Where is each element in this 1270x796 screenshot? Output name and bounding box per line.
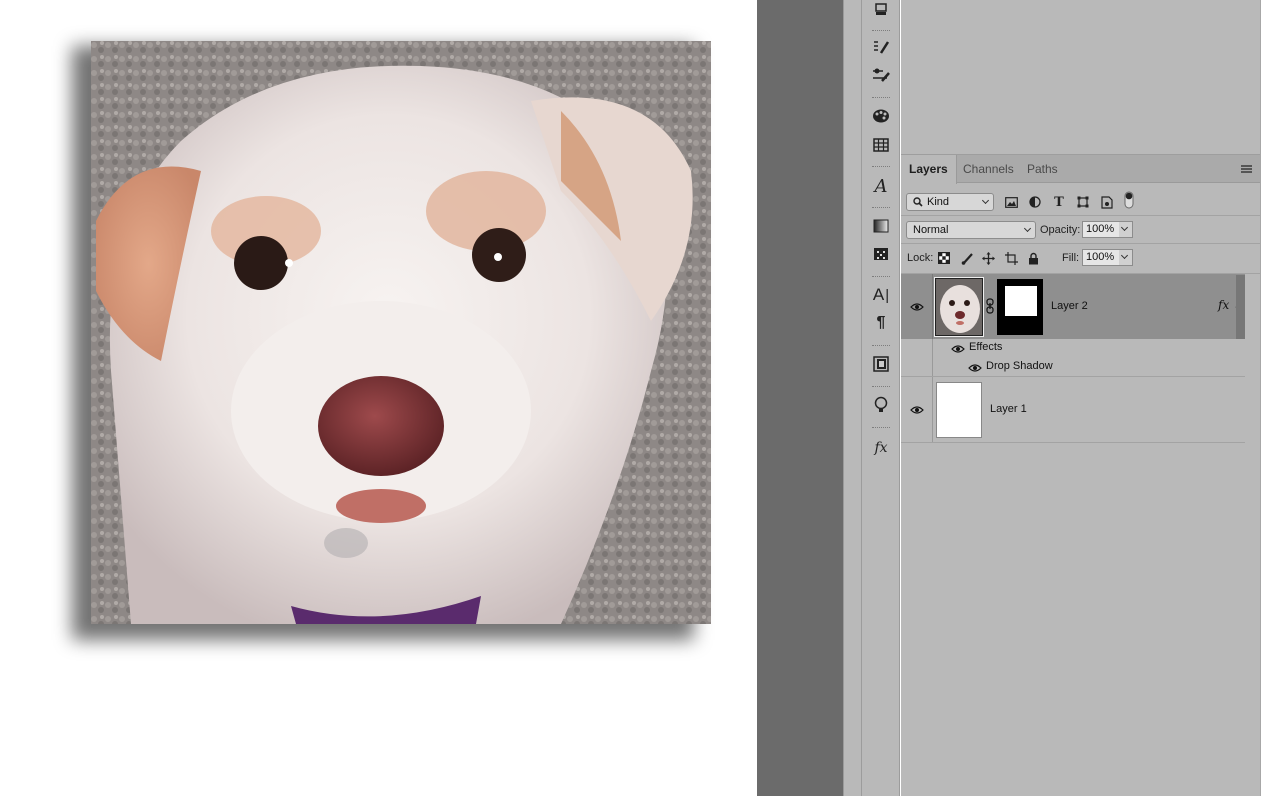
layer-name[interactable]: Layer 2 bbox=[1051, 300, 1088, 312]
layer-thumbnail[interactable] bbox=[936, 382, 982, 438]
layer-row-layer-2[interactable]: Layer 2 fx bbox=[901, 274, 1245, 339]
filter-toggle-icon[interactable] bbox=[1121, 191, 1137, 209]
opacity-dropdown-button[interactable] bbox=[1119, 221, 1133, 238]
lock-artboard-icon[interactable] bbox=[1003, 250, 1019, 266]
image-filter-icon[interactable] bbox=[1003, 194, 1019, 210]
visibility-eye-icon[interactable] bbox=[910, 302, 924, 312]
dock-grip[interactable] bbox=[872, 207, 890, 210]
color-swatch-icon[interactable] bbox=[870, 106, 892, 126]
filter-row: Kind T bbox=[901, 184, 1260, 215]
panel-divider[interactable] bbox=[843, 0, 861, 796]
panel-tabs: Layers Channels Paths bbox=[901, 155, 1260, 184]
visibility-eye-icon[interactable] bbox=[968, 363, 982, 373]
tab-layers[interactable]: Layers bbox=[901, 155, 957, 184]
effects-label: Effects bbox=[969, 341, 1003, 353]
lock-all-icon[interactable] bbox=[1025, 250, 1041, 266]
3d-icon[interactable] bbox=[870, 0, 892, 20]
layer-name[interactable]: Layer 1 bbox=[990, 403, 1027, 415]
lock-position-icon[interactable] bbox=[980, 250, 996, 266]
grid-icon[interactable] bbox=[870, 135, 892, 155]
glyphs-icon[interactable]: A bbox=[870, 176, 892, 197]
divider bbox=[901, 442, 1245, 443]
layer-thumbnail[interactable] bbox=[934, 277, 984, 337]
opacity-input[interactable]: 100% bbox=[1082, 221, 1120, 238]
lock-transparent-icon[interactable] bbox=[936, 250, 952, 266]
tab-paths[interactable]: Paths bbox=[1019, 155, 1066, 183]
blend-mode-select[interactable]: Normal bbox=[906, 221, 1036, 239]
fill-input[interactable]: 100% bbox=[1082, 249, 1120, 266]
lock-row: Lock: Fill: 100% bbox=[901, 244, 1260, 273]
blend-mode-value: Normal bbox=[913, 224, 949, 236]
dock-grip[interactable] bbox=[872, 97, 890, 100]
filter-kind-select[interactable]: Kind bbox=[906, 193, 994, 211]
shape-filter-icon[interactable] bbox=[1075, 194, 1091, 210]
effects-row[interactable]: Effects bbox=[901, 339, 1245, 377]
visibility-eye-icon[interactable] bbox=[951, 344, 965, 354]
photoshop-window: A A | ¶ fx Layers Channels Paths Kind T … bbox=[0, 0, 1270, 796]
document-canvas[interactable] bbox=[0, 0, 757, 796]
panel-dock-toolstrip: A A | ¶ fx bbox=[861, 0, 900, 796]
dock-grip[interactable] bbox=[872, 345, 890, 348]
effect-name: Drop Shadow bbox=[986, 360, 1053, 372]
dock-grip[interactable] bbox=[872, 166, 890, 169]
layers-panel: Layers Channels Paths Kind T Normal Opac… bbox=[901, 0, 1260, 796]
tab-channels[interactable]: Channels bbox=[955, 155, 1022, 183]
canvas-gutter bbox=[757, 0, 843, 796]
effect-item-drop-shadow[interactable]: Drop Shadow bbox=[901, 358, 1245, 377]
fill-dropdown-button[interactable] bbox=[1119, 249, 1133, 266]
dock-grip[interactable] bbox=[872, 427, 890, 430]
dock-grip[interactable] bbox=[872, 30, 890, 33]
lock-label: Lock: bbox=[907, 252, 934, 264]
divider bbox=[932, 377, 933, 442]
chevron-down-icon bbox=[981, 196, 990, 205]
brush-settings-icon[interactable] bbox=[870, 65, 892, 85]
search-icon bbox=[913, 197, 923, 207]
learn-icon[interactable] bbox=[870, 395, 892, 415]
styles-icon[interactable]: fx bbox=[870, 438, 892, 458]
layer-mask-thumbnail[interactable] bbox=[997, 279, 1043, 335]
paragraph-icon[interactable]: ¶ bbox=[870, 313, 892, 333]
filter-kind-label: Kind bbox=[927, 196, 950, 208]
link-chain-icon[interactable] bbox=[986, 298, 994, 314]
brush-presets-icon[interactable] bbox=[870, 37, 892, 57]
character-icon[interactable]: A | bbox=[870, 285, 892, 305]
pattern-icon[interactable] bbox=[870, 244, 892, 264]
window-edge bbox=[1260, 0, 1270, 796]
divider bbox=[932, 274, 933, 339]
layers-scrollbar-thumb[interactable] bbox=[1236, 275, 1245, 339]
dog-photo[interactable] bbox=[91, 41, 711, 624]
panel-menu-icon[interactable] bbox=[1241, 165, 1252, 173]
type-filter-icon[interactable]: T bbox=[1051, 194, 1067, 210]
dock-grip[interactable] bbox=[872, 276, 890, 279]
adjustment-filter-icon[interactable] bbox=[1027, 194, 1043, 210]
smart-object-filter-icon[interactable] bbox=[1099, 194, 1115, 210]
chevron-down-icon bbox=[1023, 224, 1032, 233]
dock-grip[interactable] bbox=[872, 386, 890, 389]
lock-image-icon[interactable] bbox=[959, 250, 975, 266]
visibility-eye-icon[interactable] bbox=[910, 405, 924, 415]
gradient-icon[interactable] bbox=[870, 216, 892, 236]
fill-label: Fill: bbox=[1062, 252, 1080, 264]
libraries-icon[interactable] bbox=[870, 354, 892, 374]
fx-badge[interactable]: fx bbox=[1218, 298, 1229, 312]
opacity-label: Opacity: bbox=[1040, 224, 1081, 236]
blend-row: Normal Opacity: 100% bbox=[901, 216, 1260, 243]
layer-row-layer-1[interactable]: Layer 1 bbox=[901, 377, 1245, 442]
